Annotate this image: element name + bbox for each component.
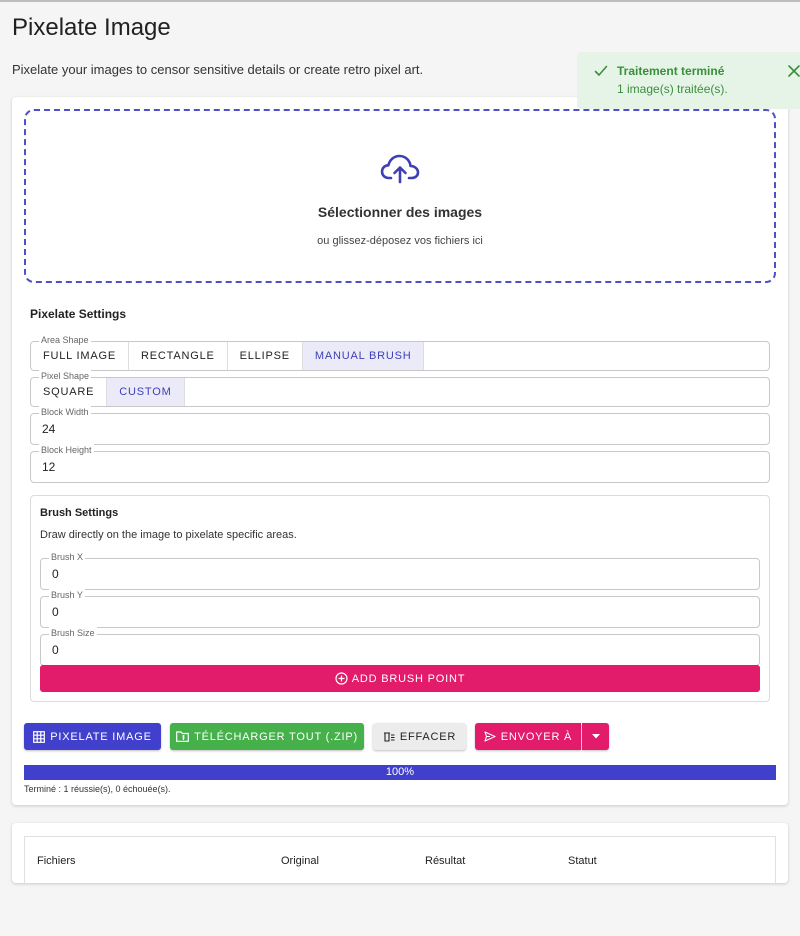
area-shape-group: FULL IMAGE RECTANGLE ELLIPSE MANUAL BRUS… — [30, 334, 770, 371]
dropzone-title: Sélectionner des images — [317, 204, 483, 220]
brush-y-field[interactable]: Brush Y 0 — [40, 589, 760, 628]
progress-bar: 100% — [24, 765, 776, 780]
area-shape-ellipse[interactable]: ELLIPSE — [228, 342, 303, 370]
area-shape-label: Area Shape — [39, 334, 91, 346]
add-brush-point-button[interactable]: ADD BRUSH POINT — [40, 665, 760, 692]
success-toast: Traitement terminé 1 image(s) traitée(s)… — [577, 52, 800, 109]
block-width-field[interactable]: Block Width 24 — [30, 406, 770, 445]
toast-message: 1 image(s) traitée(s). — [617, 82, 728, 96]
download-all-button[interactable]: TÉLÉCHARGER TOUT (.ZIP) — [170, 723, 364, 750]
clear-label: EFFACER — [399, 730, 457, 743]
pixel-shape-custom[interactable]: CUSTOM — [107, 378, 185, 406]
page-title: Pixelate Image — [12, 14, 171, 41]
area-shape-rectangle[interactable]: RECTANGLE — [129, 342, 228, 370]
block-height-value[interactable]: 12 — [42, 460, 55, 474]
check-icon — [594, 65, 608, 76]
area-shape-full-image[interactable]: FULL IMAGE — [31, 342, 129, 370]
settings-title: Pixelate Settings — [30, 307, 127, 321]
dropzone-subtitle: ou glissez-déposez vos fichiers ici — [317, 235, 483, 247]
brush-y-value[interactable]: 0 — [52, 605, 59, 619]
brush-settings-title: Brush Settings — [40, 507, 119, 519]
send-to-button[interactable]: ENVOYER À — [475, 723, 581, 750]
brush-settings-description: Draw directly on the image to pixelate s… — [40, 529, 297, 541]
add-brush-point-label: ADD BRUSH POINT — [351, 672, 466, 685]
send-to-label: ENVOYER À — [500, 730, 573, 743]
brush-x-label: Brush X — [49, 551, 86, 563]
page-subtitle: Pixelate your images to censor sensitive… — [12, 62, 424, 77]
clear-all-icon — [383, 732, 395, 742]
processing-status: Terminé : 1 réussie(s), 0 échouée(s). — [24, 784, 171, 794]
pixel-shape-label: Pixel Shape — [39, 370, 92, 382]
caret-down-icon — [591, 734, 600, 739]
results-card: Fichiers Original Résultat Statut — [12, 823, 788, 883]
brush-x-value[interactable]: 0 — [52, 567, 59, 581]
brush-settings-card: Brush Settings Draw directly on the imag… — [30, 495, 770, 702]
download-all-label: TÉLÉCHARGER TOUT (.ZIP) — [194, 730, 358, 743]
column-header-original: Original — [281, 855, 319, 867]
brush-size-label: Brush Size — [49, 627, 97, 639]
send-icon — [484, 731, 496, 742]
add-circle-icon — [335, 672, 348, 685]
column-header-files: Fichiers — [37, 855, 76, 867]
pixelate-image-button[interactable]: PIXELATE IMAGE — [24, 723, 161, 750]
results-table-header: Fichiers Original Résultat Statut — [24, 836, 776, 883]
brush-x-field[interactable]: Brush X 0 — [40, 551, 760, 590]
column-header-status: Statut — [568, 855, 597, 867]
folder-zip-icon — [176, 731, 189, 742]
brush-size-value[interactable]: 0 — [52, 643, 59, 657]
clear-button[interactable]: EFFACER — [373, 723, 466, 750]
cloud-upload-icon — [380, 154, 420, 184]
grid-icon — [33, 730, 46, 743]
block-height-field[interactable]: Block Height 12 — [30, 444, 770, 483]
pixel-shape-square[interactable]: SQUARE — [31, 378, 108, 406]
area-shape-manual-brush[interactable]: MANUAL BRUSH — [302, 342, 425, 370]
main-card: Sélectionner des images ou glissez-dépos… — [12, 97, 788, 805]
close-icon[interactable] — [787, 64, 800, 78]
image-dropzone[interactable]: Sélectionner des images ou glissez-dépos… — [24, 109, 776, 283]
block-height-label: Block Height — [39, 444, 94, 456]
send-to-dropdown-button[interactable] — [582, 723, 609, 750]
progress-label: 100% — [385, 766, 415, 778]
toast-title: Traitement terminé — [617, 64, 725, 78]
block-width-label: Block Width — [39, 406, 91, 418]
pixelate-image-label: PIXELATE IMAGE — [50, 730, 152, 743]
top-divider — [0, 0, 800, 2]
brush-size-field[interactable]: Brush Size 0 — [40, 627, 760, 666]
pixel-shape-group: SQUARE CUSTOM Pixel Shape — [30, 370, 770, 407]
column-header-result: Résultat — [425, 855, 466, 867]
brush-y-label: Brush Y — [49, 589, 85, 601]
block-width-value[interactable]: 24 — [42, 422, 55, 436]
